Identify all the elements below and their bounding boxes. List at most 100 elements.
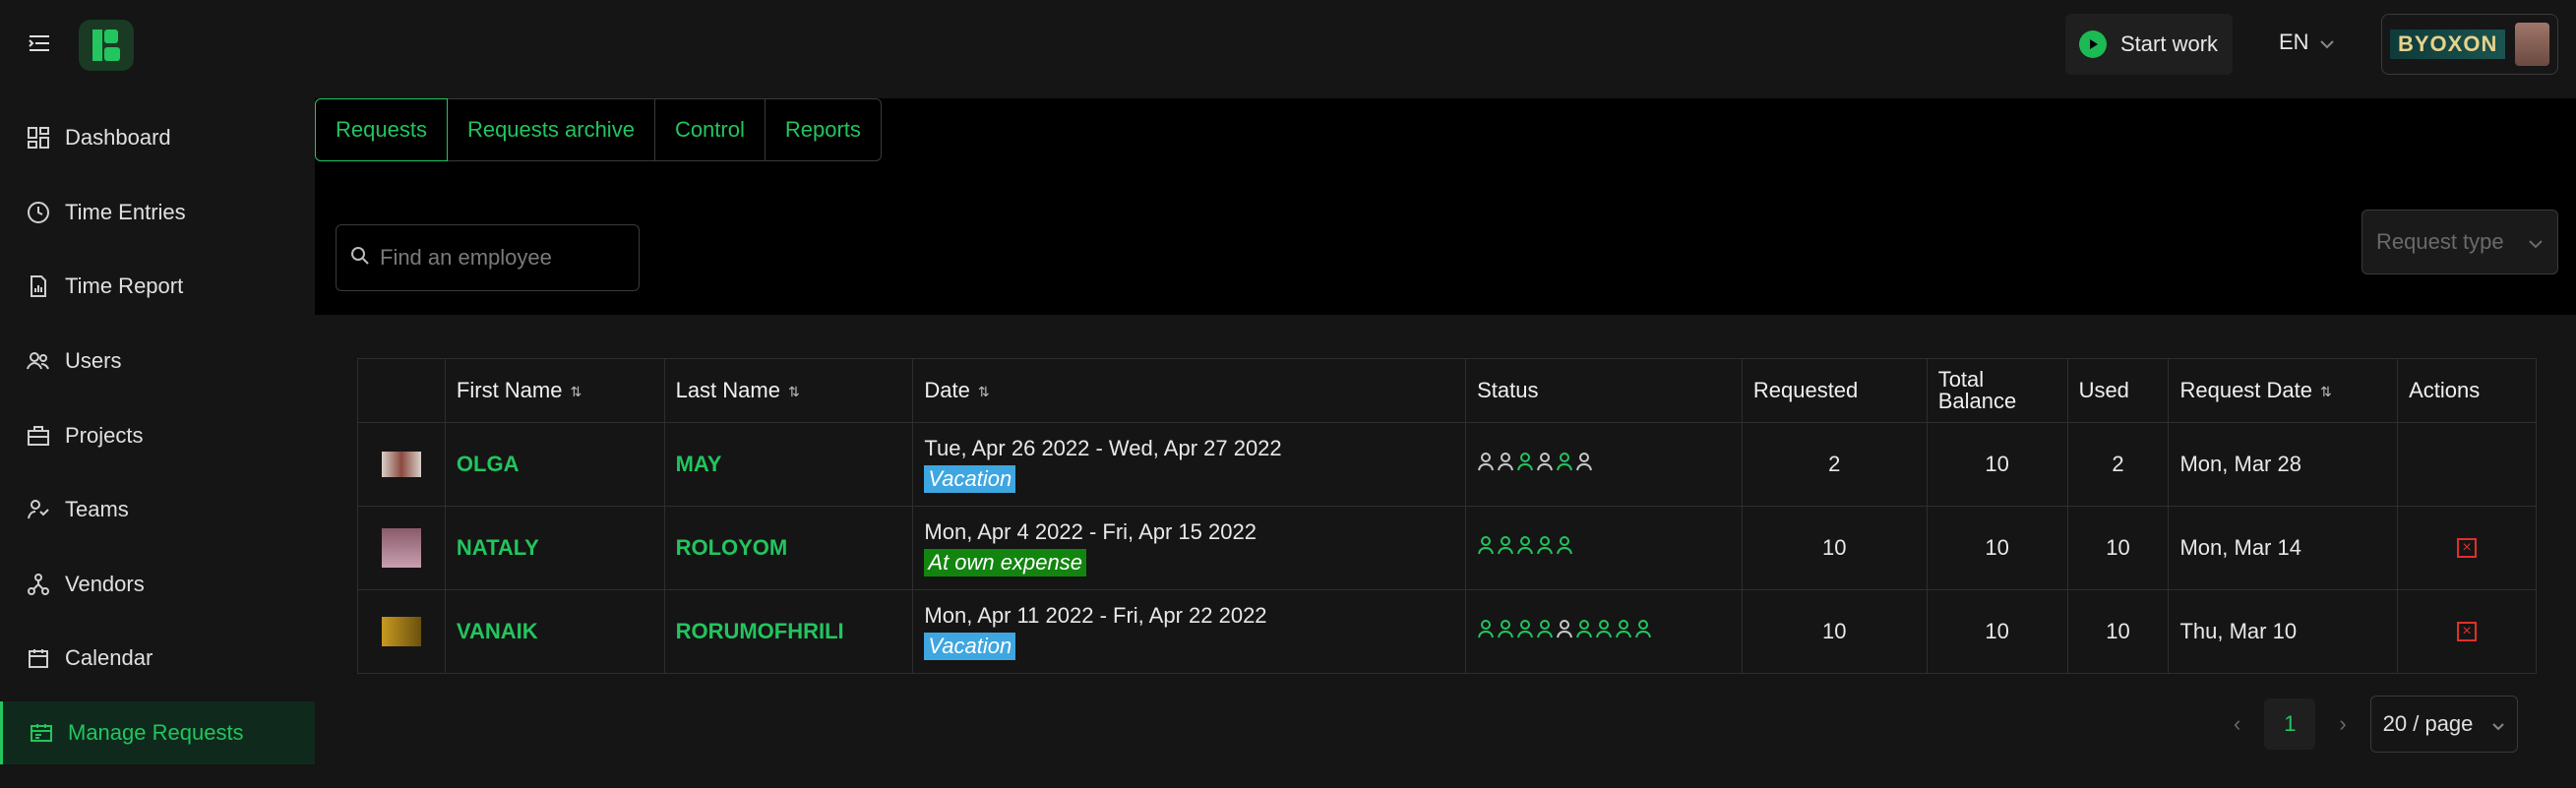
avatar [2515, 23, 2549, 66]
report-icon [26, 273, 51, 299]
avatar-cell [357, 589, 446, 674]
date-range: Tue, Apr 26 2022 - Wed, Apr 27 2022 [924, 436, 1282, 460]
last-name-cell[interactable]: MAY [663, 422, 914, 507]
column-header-actions: Actions [2397, 358, 2537, 423]
tab-requests-archive[interactable]: Requests archive [447, 98, 655, 161]
language-label: EN [2279, 30, 2309, 54]
menu-toggle-icon[interactable] [26, 30, 53, 57]
pagination: ‹ 1 › 20 / page [2234, 696, 2518, 753]
play-icon [2079, 30, 2107, 58]
status-person-icon [1477, 452, 1495, 477]
status-person-icon [1516, 535, 1534, 561]
avatar [381, 452, 421, 477]
last-name-cell[interactable]: RORUMOFHRILI [663, 589, 914, 674]
search-input[interactable] [378, 244, 628, 272]
sort-icon: ⇅ [977, 384, 990, 400]
actions-cell: × [2397, 506, 2537, 590]
status-person-icon [1497, 452, 1514, 477]
used-cell: 2 [2066, 422, 2170, 507]
request-date-cell: Thu, Mar 10 [2168, 589, 2399, 674]
avatar [381, 617, 421, 646]
page-size-select[interactable]: 20 / page [2369, 696, 2518, 753]
sidebar-item-label: Users [65, 348, 122, 373]
request-type-placeholder: Request type [2376, 229, 2504, 254]
table-row: VANAIK RORUMOFHRILI Mon, Apr 11 2022 - F… [357, 589, 2537, 674]
date-cell: Mon, Apr 11 2022 - Fri, Apr 22 2022 Vaca… [912, 589, 1467, 674]
requested-cell: 10 [1741, 506, 1928, 590]
sort-icon: ⇅ [570, 384, 583, 400]
app-logo[interactable] [79, 20, 134, 71]
sidebar-item-time-report[interactable]: Time Report [0, 255, 315, 318]
tab-bar: Requests Requests archive Control Report… [315, 98, 882, 163]
user-menu[interactable]: BYOXON [2381, 14, 2558, 75]
column-header-first-name[interactable]: First Name ⇅ [444, 358, 665, 423]
date-cell: Tue, Apr 26 2022 - Wed, Apr 27 2022 Vaca… [912, 422, 1467, 507]
status-cell [1465, 506, 1743, 590]
sidebar-item-label: Calendar [65, 645, 153, 670]
search-icon [350, 246, 370, 271]
sidebar-item-calendar[interactable]: Calendar [0, 627, 315, 690]
language-selector[interactable]: EN [2279, 30, 2335, 55]
tab-control[interactable]: Control [654, 98, 766, 161]
status-person-icon [1556, 452, 1573, 477]
total-balance-cell: 10 [1926, 506, 2068, 590]
total-balance-cell: 10 [1926, 422, 2068, 507]
column-header-total-balance: Total Balance [1926, 358, 2068, 423]
request-type-badge: Vacation [924, 465, 1016, 493]
status-cell [1465, 422, 1743, 507]
dashboard-icon [26, 125, 51, 151]
status-person-icon [1536, 452, 1554, 477]
sidebar-item-label: Projects [65, 423, 144, 448]
request-type-badge: At own expense [924, 549, 1086, 576]
date-range: Mon, Apr 11 2022 - Fri, Apr 22 2022 [924, 603, 1267, 628]
sidebar-item-time-entries[interactable]: Time Entries [0, 181, 315, 244]
status-person-icon [1516, 619, 1534, 644]
start-work-label: Start work [2120, 31, 2219, 56]
column-header-date[interactable]: Date ⇅ [912, 358, 1467, 423]
prev-page-icon[interactable]: ‹ [2234, 711, 2240, 737]
request-type-select[interactable]: Request type [2361, 210, 2558, 274]
sidebar-item-users[interactable]: Users [0, 330, 315, 393]
chevron-down-icon [2491, 711, 2505, 737]
status-person-icon [1575, 452, 1593, 477]
column-header-status: Status [1465, 358, 1743, 423]
date-range: Mon, Apr 4 2022 - Fri, Apr 15 2022 [924, 519, 1257, 544]
top-header: Start work EN BYOXON [0, 0, 2576, 98]
users-icon [26, 348, 51, 374]
first-name-cell[interactable]: NATALY [444, 506, 665, 590]
column-header-request-date[interactable]: Request Date ⇅ [2168, 358, 2399, 423]
column-header-last-name[interactable]: Last Name ⇅ [663, 358, 914, 423]
chevron-down-icon [2319, 30, 2335, 55]
status-person-icon [1477, 619, 1495, 644]
cancel-request-button[interactable]: × [2457, 622, 2478, 641]
calendar-icon [26, 645, 51, 671]
team-icon [26, 497, 51, 522]
status-person-icon [1536, 619, 1554, 644]
status-person-icon [1575, 619, 1593, 644]
avatar-cell [357, 422, 446, 507]
sidebar-item-vendors[interactable]: Vendors [0, 553, 315, 616]
avatar [381, 528, 421, 568]
tab-requests[interactable]: Requests [315, 98, 448, 161]
requests-table: First Name ⇅ Last Name ⇅ Date ⇅ Status Requ… [357, 358, 2537, 674]
sidebar-item-label: Time Report [65, 273, 184, 298]
sidebar-item-manage-requests[interactable]: Manage Requests [0, 701, 315, 764]
page-number[interactable]: 1 [2264, 698, 2316, 750]
start-work-button[interactable]: Start work [2065, 14, 2233, 75]
cancel-request-button[interactable]: × [2457, 538, 2478, 558]
used-cell: 10 [2066, 506, 2170, 590]
sidebar-item-teams[interactable]: Teams [0, 478, 315, 541]
first-name-cell[interactable]: OLGA [444, 422, 665, 507]
tab-reports[interactable]: Reports [765, 98, 882, 161]
column-header-requested: Requested [1741, 358, 1928, 423]
first-name-cell[interactable]: VANAIK [444, 589, 665, 674]
company-logo: BYOXON [2390, 30, 2506, 59]
status-person-icon [1497, 619, 1514, 644]
sidebar-item-label: Manage Requests [68, 720, 244, 745]
sidebar-item-label: Time Entries [65, 200, 186, 224]
last-name-cell[interactable]: ROLOYOM [663, 506, 914, 590]
sidebar-item-projects[interactable]: Projects [0, 404, 315, 467]
next-page-icon[interactable]: › [2339, 711, 2346, 737]
sidebar-item-label: Dashboard [65, 125, 171, 150]
sidebar-item-dashboard[interactable]: Dashboard [0, 106, 315, 169]
